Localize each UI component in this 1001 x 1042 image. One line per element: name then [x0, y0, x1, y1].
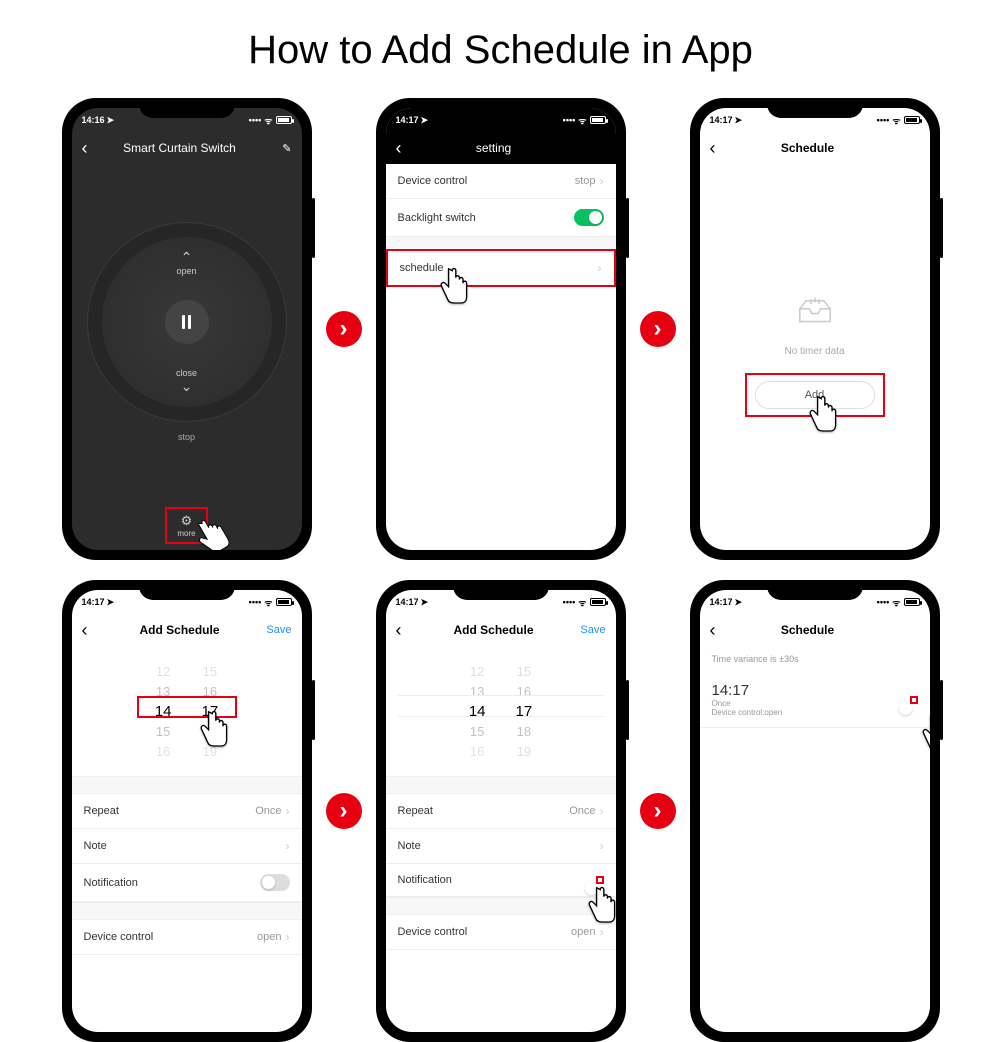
back-icon[interactable]: ‹	[82, 620, 102, 641]
variance-text: Time variance is ±30s	[700, 646, 930, 672]
back-icon[interactable]: ‹	[82, 138, 102, 159]
phone-step3: 14:17➤ ••••ᯤ ‹ Schedule No timer data	[690, 98, 940, 560]
back-icon[interactable]: ‹	[710, 620, 730, 641]
next-arrow-icon: ›	[326, 793, 362, 829]
page-title: How to Add Schedule in App	[0, 0, 1001, 73]
toggle-on-icon[interactable]	[574, 209, 604, 226]
row-note[interactable]: Note ›	[72, 829, 302, 864]
curtain-dial[interactable]: ⌃ open close ⌄	[102, 237, 272, 407]
back-icon[interactable]: ‹	[710, 138, 730, 159]
inbox-icon	[795, 297, 835, 330]
empty-text: No timer data	[784, 346, 844, 357]
save-button[interactable]: Save	[258, 624, 292, 636]
row-note[interactable]: Note ›	[386, 829, 616, 864]
row-repeat[interactable]: Repeat Once›	[72, 794, 302, 829]
toggle-off-icon[interactable]	[260, 874, 290, 891]
phone-step4: 14:17➤ ••••ᯤ ‹ Add Schedule Save 12 13	[62, 580, 312, 1042]
row-device-control[interactable]: Device control open›	[386, 915, 616, 950]
row-device-control[interactable]: Device control open›	[72, 920, 302, 955]
stop-label: stop	[178, 432, 195, 442]
row-schedule[interactable]: schedule ›	[386, 249, 616, 287]
nav-bar: ‹ Add Schedule Save	[72, 614, 302, 646]
nav-bar: ‹ Schedule	[700, 132, 930, 164]
row-notification[interactable]: Notification	[72, 864, 302, 902]
pause-button[interactable]	[165, 300, 209, 344]
phone-step2: 14:17➤ ••••ᯤ ‹ setting Device control st…	[376, 98, 626, 560]
phone-step1: 14:16➤ ••••ᯤ ‹ Smart Curtain Switch ✎ ⌃	[62, 98, 312, 560]
next-arrow-icon: ›	[640, 311, 676, 347]
next-arrow-icon: ›	[326, 311, 362, 347]
schedule-entry[interactable]: 14:17 Once Device control:open	[700, 672, 930, 728]
nav-bar: ‹ Add Schedule Save	[386, 614, 616, 646]
row-device-control[interactable]: Device control stop›	[386, 164, 616, 199]
next-arrow-icon: ›	[640, 793, 676, 829]
row-backlight[interactable]: Backlight switch	[386, 199, 616, 237]
row-notification[interactable]: Notification	[386, 864, 616, 897]
phone-step5: 14:17➤ ••••ᯤ ‹ Add Schedule Save 12 13	[376, 580, 626, 1042]
phone-step6: 14:17➤ ••••ᯤ ‹ Schedule Time variance is…	[690, 580, 940, 1042]
row-repeat[interactable]: Repeat Once›	[386, 794, 616, 829]
save-button[interactable]: Save	[572, 624, 606, 636]
more-settings-button[interactable]: ⚙ more	[165, 507, 207, 544]
nav-bar: ‹ setting	[386, 132, 616, 164]
back-icon[interactable]: ‹	[396, 138, 416, 159]
steps-grid: 14:16➤ ••••ᯤ ‹ Smart Curtain Switch ✎ ⌃	[0, 73, 1001, 1042]
gear-icon: ⚙	[181, 513, 193, 529]
back-icon[interactable]: ‹	[396, 620, 416, 641]
nav-bar: ‹ Smart Curtain Switch ✎	[72, 132, 302, 164]
nav-bar: ‹ Schedule	[700, 614, 930, 646]
edit-icon[interactable]: ✎	[258, 142, 292, 155]
